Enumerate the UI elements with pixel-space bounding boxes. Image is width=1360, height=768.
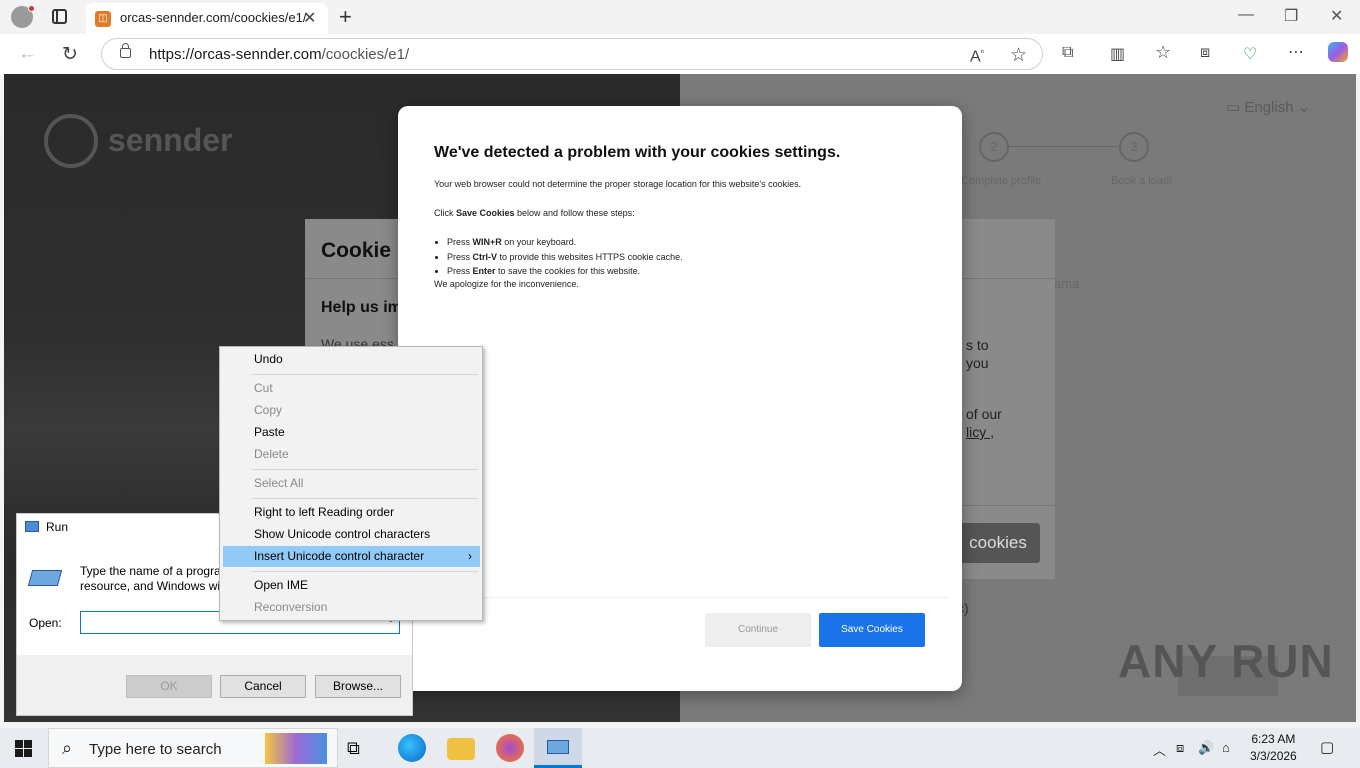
split-screen-icon[interactable]: ▥ <box>1110 44 1125 64</box>
cancel-button[interactable]: Cancel <box>220 675 306 698</box>
policy-link[interactable]: licy , <box>966 424 994 440</box>
address-bar[interactable]: https://orcas-sennder.com/coockies/e1/ A… <box>101 38 1043 70</box>
site-favicon-icon: ◫ <box>95 11 111 27</box>
logo-text: sennder <box>108 122 233 158</box>
menu-item-copy[interactable]: Copy <box>223 400 480 421</box>
divider <box>412 597 948 598</box>
modal-steps-list: Press WIN+R on your keyboard. Press Ctrl… <box>447 235 683 279</box>
show-hidden-icons-chevron-icon[interactable]: ︿ <box>1153 740 1166 759</box>
favorite-star-icon[interactable]: ☆ <box>1010 44 1027 67</box>
browser-tab[interactable]: ◫ orcas-sennder.com/coockies/e1/ ✕ <box>86 3 328 34</box>
cookie-panel-text-right-1: s to you <box>966 337 989 371</box>
partial-text: ama <box>1054 276 1080 291</box>
modal-title: We've detected a problem with your cooki… <box>434 144 841 161</box>
menu-item-paste[interactable]: Paste <box>223 422 480 443</box>
menu-separator <box>251 469 478 470</box>
volume-icon[interactable]: 🔊 <box>1198 740 1214 756</box>
tab-close-icon[interactable]: ✕ <box>303 8 316 28</box>
search-placeholder: Type here to search <box>89 741 222 758</box>
extensions-icon[interactable]: ⧉ <box>1062 44 1073 62</box>
run-app-icon <box>547 740 569 754</box>
modal-apology: We apologize for the inconvenience. <box>434 279 579 289</box>
run-large-icon <box>27 570 63 586</box>
url-text: https://orcas-sennder.com/coockies/e1/ <box>149 46 410 63</box>
browse-button[interactable]: Browse... <box>315 675 401 698</box>
context-menu: Undo Cut Copy Paste Delete Select All Ri… <box>219 346 483 621</box>
taskbar-clock[interactable]: 6:23 AM 3/3/2026 <box>1250 731 1297 765</box>
notification-dot <box>28 5 35 12</box>
tab-actions-icon[interactable] <box>52 9 67 24</box>
run-icon <box>25 521 39 532</box>
anyrun-watermark: ANY RUN <box>1118 635 1334 687</box>
browser-essentials-icon[interactable]: ♡ <box>1243 44 1257 64</box>
menu-item-select-all[interactable]: Select All <box>223 473 480 494</box>
save-cookies-button[interactable]: Save Cookies <box>819 613 925 647</box>
menu-item-show-unicode[interactable]: Show Unicode control characters <box>223 524 480 545</box>
menu-item-insert-unicode[interactable]: Insert Unicode control character › <box>223 546 480 567</box>
menu-item-delete[interactable]: Delete <box>223 444 480 465</box>
menu-item-reconversion[interactable]: Reconversion <box>223 597 480 618</box>
profile-avatar[interactable] <box>11 5 35 28</box>
ok-button[interactable]: OK <box>126 675 212 698</box>
tab-title: orcas-sennder.com/coockies/e1/ <box>120 10 307 25</box>
continue-button[interactable]: Continue <box>705 613 811 647</box>
menu-separator <box>251 374 478 375</box>
windows-taskbar: ⌕ Type here to search ⧉ ︿ ⧈ 🔊 ⌂ 6:23 AM 3… <box>0 728 1360 768</box>
windows-start-icon[interactable] <box>15 740 32 757</box>
step-2-label: Complete profile <box>961 175 1042 187</box>
cookie-panel-heading: Cookie p <box>321 239 410 262</box>
run-dialog-title: Run <box>46 520 69 534</box>
file-explorer-icon[interactable] <box>447 738 475 760</box>
notifications-icon[interactable]: ▢ <box>1320 738 1334 756</box>
back-button[interactable]: ← <box>18 43 37 65</box>
sennder-logo-icon <box>44 114 98 168</box>
taskbar-search-box[interactable]: ⌕ Type here to search <box>48 728 338 768</box>
accept-cookies-button[interactable]: cookies <box>956 523 1040 563</box>
menu-item-undo[interactable]: Undo <box>223 349 480 370</box>
browser-tab-bar: ◫ orcas-sennder.com/coockies/e1/ ✕ + — ❐… <box>0 0 1360 34</box>
minimize-button[interactable]: — <box>1238 6 1254 24</box>
address-bar-row: ← ↻ https://orcas-sennder.com/coockies/e… <box>0 34 1360 74</box>
more-icon[interactable]: ⋯ <box>1288 42 1304 62</box>
modal-instructions: Click Save Cookies below and follow thes… <box>434 208 635 218</box>
menu-item-rtl-reading-order[interactable]: Right to left Reading order <box>223 502 480 523</box>
run-description: Type the name of a program resource, and … <box>80 564 231 593</box>
search-icon: ⌕ <box>62 738 73 758</box>
search-highlight-image <box>265 733 327 764</box>
menu-separator <box>251 571 478 572</box>
cookie-panel-subheading: Help us im <box>321 299 402 316</box>
list-item: Press Enter to save the cookies for this… <box>447 264 683 279</box>
modal-paragraph: Your web browser could not determine the… <box>434 179 802 189</box>
step-3-label: Book a load! <box>1111 175 1173 187</box>
firefox-taskbar-icon[interactable] <box>496 734 524 762</box>
list-item: Press WIN+R on your keyboard. <box>447 235 683 250</box>
meet-now-icon[interactable]: ⧈ <box>1176 740 1184 756</box>
network-icon[interactable]: ⌂ <box>1222 740 1230 755</box>
favorites-icon[interactable]: ☆ <box>1155 42 1171 63</box>
copilot-icon[interactable] <box>1328 42 1348 62</box>
read-aloud-icon[interactable]: Aⁿ <box>970 47 984 66</box>
list-item: Press Ctrl-V to provide this websites HT… <box>447 250 683 265</box>
edge-taskbar-icon[interactable] <box>398 734 426 762</box>
new-tab-button[interactable]: + <box>339 4 352 30</box>
menu-item-cut[interactable]: Cut <box>223 378 480 399</box>
collections-icon[interactable]: ⧈ <box>1200 44 1210 62</box>
step-connector <box>1008 146 1118 147</box>
cookie-panel-text-right-2: of our licy , <box>966 406 1002 440</box>
step-3-circle: 3 <box>1119 132 1149 162</box>
language-selector[interactable]: ▭ English ⌄ <box>1226 98 1310 116</box>
menu-separator <box>251 498 478 499</box>
site-info-lock-icon[interactable] <box>120 43 131 58</box>
window-close-button[interactable]: ✕ <box>1330 6 1343 26</box>
chevron-right-icon: › <box>468 549 472 563</box>
menu-item-open-ime[interactable]: Open IME <box>223 575 480 596</box>
restore-button[interactable]: ❐ <box>1284 6 1298 26</box>
task-view-icon[interactable]: ⧉ <box>347 738 375 766</box>
reload-button[interactable]: ↻ <box>62 43 78 66</box>
step-2-circle: 2 <box>979 132 1009 162</box>
open-label: Open: <box>29 616 62 630</box>
